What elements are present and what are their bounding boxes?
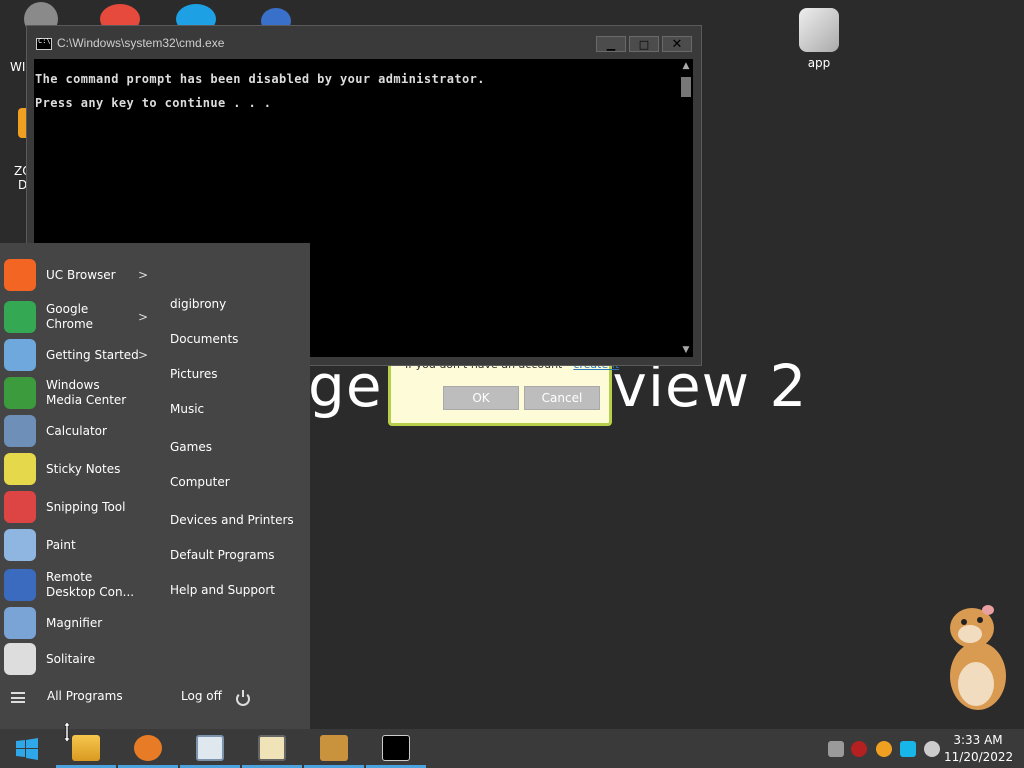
start-menu-place[interactable]: Computer xyxy=(170,475,230,489)
submenu-arrow-icon[interactable]: > xyxy=(138,310,148,324)
submenu-arrow-icon[interactable]: > xyxy=(138,348,148,362)
app-icon xyxy=(4,529,36,561)
desktop-icon-app[interactable]: app xyxy=(787,8,851,70)
clock-date[interactable]: 11/20/2022 xyxy=(944,750,1013,764)
power-icon[interactable] xyxy=(236,690,250,706)
taskbar-media-player[interactable] xyxy=(118,729,178,768)
start-menu-item[interactable]: Windows Media Center xyxy=(4,375,154,411)
hamster-box-icon xyxy=(320,735,348,761)
document-icon xyxy=(196,735,224,761)
start-menu-item-label: Solitaire xyxy=(46,651,96,666)
start-menu-place[interactable]: Help and Support xyxy=(170,583,275,597)
folder-icon xyxy=(72,735,100,761)
start-menu-item-label: Remote Desktop Con... xyxy=(46,570,135,599)
start-menu-item-label: Paint xyxy=(46,537,76,552)
desktop-icon-label: app xyxy=(807,56,831,70)
app-icon xyxy=(4,491,36,523)
start-menu-item-label: Sticky Notes xyxy=(46,461,121,476)
app-icon xyxy=(258,735,286,761)
start-menu: UC Browser > Google Chrome > Getting Started… xyxy=(0,243,310,729)
program-list: UC Browser > Google Chrome > Getting Started… xyxy=(0,243,155,729)
console-line: Press any key to continue . . . xyxy=(35,96,272,110)
cmd-titlebar[interactable]: C:\Windows\system32\cmd.exe ▁ □ ✕ xyxy=(27,26,701,58)
tray-antivirus-icon[interactable] xyxy=(851,741,867,757)
list-icon xyxy=(11,692,25,703)
tray-volume-icon[interactable] xyxy=(924,741,940,757)
start-menu-item-label: Calculator xyxy=(46,423,107,438)
command-prompt-icon xyxy=(382,735,410,761)
cancel-button[interactable]: Cancel xyxy=(524,386,600,410)
resize-cursor-icon xyxy=(64,722,70,742)
start-menu-item[interactable]: Paint xyxy=(4,527,154,563)
start-menu-item-label: Magnifier xyxy=(46,615,103,630)
console-line: The command prompt has been disabled by … xyxy=(35,72,485,86)
start-menu-place[interactable]: Pictures xyxy=(170,367,218,381)
start-menu-item-label: Google Chrome xyxy=(46,302,94,331)
vertical-scrollbar[interactable]: ▲ ▼ xyxy=(679,59,693,357)
minimize-button[interactable]: ▁ xyxy=(596,36,626,52)
app-icon xyxy=(4,415,36,447)
ok-button[interactable]: OK xyxy=(443,386,519,410)
start-menu-place[interactable]: Documents xyxy=(170,332,238,346)
clock-time[interactable]: 3:33 AM xyxy=(944,733,1012,747)
app-icon xyxy=(4,377,36,409)
scroll-down-icon[interactable]: ▼ xyxy=(679,343,693,357)
app-icon xyxy=(4,301,36,333)
taskbar-app[interactable] xyxy=(242,729,302,768)
window-title: C:\Windows\system32\cmd.exe xyxy=(57,36,225,50)
start-menu-item[interactable]: Magnifier xyxy=(4,605,154,641)
start-menu-item[interactable]: Solitaire xyxy=(4,641,154,677)
start-menu-item-label: Snipping Tool xyxy=(46,499,126,514)
start-menu-item-label: Windows Media Center xyxy=(46,378,127,407)
desktop-icon-label: WI xyxy=(10,60,26,74)
start-menu-item[interactable]: Calculator xyxy=(4,413,154,449)
app-icon xyxy=(4,259,36,291)
taskbar-box-app[interactable] xyxy=(304,729,364,768)
start-menu-item[interactable]: Snipping Tool xyxy=(4,489,154,525)
log-off-button[interactable]: Log off xyxy=(181,689,222,703)
app-icon xyxy=(4,569,36,601)
app-icon xyxy=(4,453,36,485)
maximize-button[interactable]: □ xyxy=(629,36,659,52)
windows-logo-icon xyxy=(16,738,38,760)
taskbar xyxy=(0,729,1024,768)
media-player-icon xyxy=(134,735,162,761)
submenu-arrow-icon[interactable]: > xyxy=(138,268,148,282)
app-icon xyxy=(4,607,36,639)
start-menu-item[interactable]: UC Browser > xyxy=(4,257,154,293)
tray-network-icon[interactable] xyxy=(828,741,844,757)
tray-display-icon[interactable] xyxy=(900,741,916,757)
start-menu-item[interactable]: Sticky Notes xyxy=(4,451,154,487)
start-menu-item-label: UC Browser xyxy=(46,267,116,282)
close-button[interactable]: ✕ xyxy=(662,36,692,52)
cmd-app-icon xyxy=(36,37,52,50)
app-icon xyxy=(4,339,36,371)
scroll-thumb[interactable] xyxy=(681,77,691,97)
start-menu-item[interactable]: Remote Desktop Con... xyxy=(4,567,154,603)
start-menu-item[interactable]: Getting Started > xyxy=(4,337,154,373)
start-menu-place[interactable]: Devices and Printers xyxy=(170,513,294,527)
taskbar-cmd[interactable] xyxy=(366,729,426,768)
hamster-mascot-icon xyxy=(950,605,1006,710)
start-menu-place[interactable]: digibrony xyxy=(170,297,226,311)
taskbar-document[interactable] xyxy=(180,729,240,768)
folder-icon xyxy=(799,8,839,52)
start-menu-place[interactable]: Games xyxy=(170,440,212,454)
start-button[interactable] xyxy=(0,729,54,768)
scroll-up-icon[interactable]: ▲ xyxy=(679,59,693,73)
all-programs-button[interactable]: All Programs xyxy=(47,689,123,703)
start-menu-place[interactable]: Default Programs xyxy=(170,548,275,562)
tray-search-icon[interactable] xyxy=(876,741,892,757)
start-menu-item-label: Getting Started xyxy=(46,347,139,362)
start-menu-item[interactable]: Google Chrome > xyxy=(4,299,154,335)
app-icon xyxy=(4,643,36,675)
start-menu-place[interactable]: Music xyxy=(170,402,204,416)
